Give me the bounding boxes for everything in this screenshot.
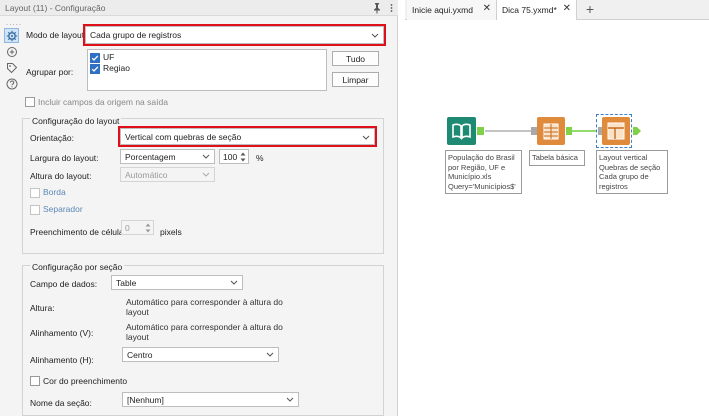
regiao-label: Regiao [103,63,130,73]
connections-icon[interactable] [4,44,19,59]
book-input-icon[interactable] [447,117,476,145]
align-h-label: Alinhamento (H): [30,355,94,365]
tab-label: Dica 75.yxmd* [502,5,557,15]
layout-height-select[interactable]: Automático [120,167,215,182]
annotation-tag-icon[interactable] [4,60,19,75]
layout-mode-label: Modo de layout: [26,30,87,40]
table-node-output-anchor[interactable] [566,127,572,135]
fill-color-checkbox[interactable] [30,376,40,386]
layout-tool-icon[interactable] [602,117,630,145]
input-node-label: População do Brasil por Região, UF e Mun… [445,150,522,194]
layout-config-title: Configuração do layout [30,116,122,126]
layout-width-stepper[interactable]: 100 [219,149,249,164]
group-by-label: Agrupar por: [26,67,74,77]
align-v-label: Alinhamento (V): [30,328,94,338]
align-v-value: Automático para corresponder à altura do… [126,322,283,342]
section-height-value: Automático para corresponder à altura do… [126,297,283,317]
align-h-select[interactable]: Centro [122,347,279,362]
border-checkbox[interactable] [30,188,40,198]
layout-width-unit-value: Porcentagem [125,152,176,162]
orientation-label: Orientação: [30,133,74,143]
orientation-value: Vertical com quebras de seção [125,132,242,142]
data-field-value: Table [116,278,137,288]
table-node-label: Tabela básica [529,150,585,166]
section-config-title: Configuração por seção [30,262,125,272]
regiao-checkbox[interactable] [90,64,100,74]
group-by-list[interactable]: UF Regiao [87,49,327,91]
cell-fill-label: Preenchimento de célula: [30,227,126,237]
layout-mode-select[interactable]: Cada grupo de registros [83,24,386,46]
layout-mode-value: Cada grupo de registros [90,30,182,40]
layout-height-label: Altura do layout: [30,171,92,181]
chevron-down-icon [362,135,370,140]
layout-height-value: Automático [125,170,168,180]
tab-inicie-aqui[interactable]: Inicie aqui.yxmd ✕ [407,0,497,20]
border-label: Borda [43,187,66,197]
close-icon[interactable]: ✕ [483,3,491,14]
section-name-label: Nome da seção: [30,398,92,408]
cell-fill-value: 0 [125,223,130,233]
data-field-label: Campo de dados: [30,279,98,289]
spin-arrows-icon[interactable] [239,151,247,163]
layout-node-output-anchor[interactable] [633,127,641,135]
data-field-select[interactable]: Table [111,275,243,290]
clear-button[interactable]: Limpar [332,72,379,87]
tab-dica-75[interactable]: Dica 75.yxmd* ✕ [497,0,577,20]
fill-color-label: Cor do preenchimento [43,376,128,386]
select-all-button[interactable]: Tudo [332,51,379,66]
chevron-down-icon [286,397,294,402]
panel-menu-icon[interactable] [387,2,396,14]
chevron-down-icon [230,280,238,285]
layout-node-label: Layout vertical Quebras de seção Cada gr… [596,150,668,194]
tab-label: Inicie aqui.yxmd [412,5,473,15]
uf-label: UF [103,52,115,62]
help-icon[interactable] [4,76,19,91]
section-name-value: [Nenhum] [127,395,164,405]
side-toolbar [0,24,22,104]
config-icon[interactable] [4,28,19,43]
spin-arrows-icon[interactable] [144,222,152,234]
input-node-anchor[interactable] [477,127,484,135]
workflow-connectors [485,130,596,132]
chevron-down-icon [371,33,379,38]
layout-width-label: Largura do layout: [30,153,99,163]
layout-width-value: 100 [223,152,238,162]
pin-icon[interactable] [371,2,383,14]
chevron-down-icon [202,154,210,159]
section-height-label: Altura: [30,303,55,313]
chevron-down-icon [202,172,210,177]
close-icon[interactable]: ✕ [563,3,571,14]
include-source-checkbox[interactable] [25,97,35,107]
separator-checkbox[interactable] [30,205,40,215]
table-tool-icon[interactable] [537,117,565,145]
add-tab-icon[interactable]: + [582,1,598,17]
cell-fill-unit: pixels [160,227,182,237]
cell-fill-stepper[interactable]: 0 [121,220,154,235]
layout-width-percent: % [256,153,264,163]
section-name-select[interactable]: [Nenhum] [122,392,299,407]
align-h-value: Centro [127,350,153,360]
orientation-select[interactable]: Vertical com quebras de seção [118,126,377,147]
chevron-down-icon [266,352,274,357]
separator-label: Separador [43,204,83,214]
layout-width-unit-select[interactable]: Porcentagem [120,149,215,164]
uf-checkbox[interactable] [90,53,100,63]
include-source-label: Incluir campos da origem na saída [38,97,168,107]
panel-title: Layout (11) - Configuração [5,3,106,13]
